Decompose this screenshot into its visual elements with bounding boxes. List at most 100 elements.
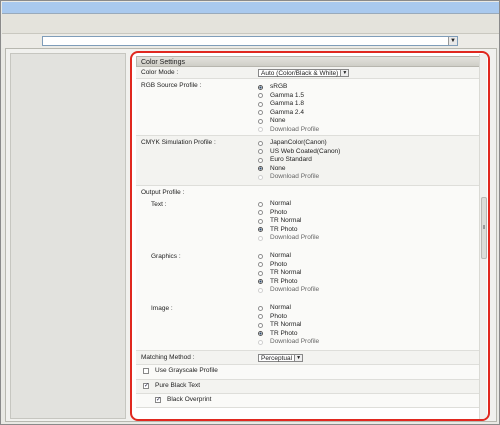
radio-icon[interactable] — [258, 118, 263, 124]
radio-selected-icon[interactable] — [258, 227, 263, 233]
color-settings-panel: Color Settings Color Mode : Auto (Color/… — [130, 51, 490, 421]
chevron-down-icon[interactable]: ▼ — [340, 70, 349, 76]
radio-option[interactable]: TR Photo — [258, 330, 319, 339]
radio-selected-icon[interactable] — [258, 84, 263, 90]
option-label: Download Profile — [270, 338, 320, 345]
radio-option[interactable]: Normal — [258, 252, 319, 261]
option-label: Download Profile — [270, 234, 320, 241]
option-label: None — [270, 117, 286, 124]
radio-icon[interactable] — [258, 140, 263, 146]
pure-black-text-checkbox[interactable]: ✓ — [143, 383, 149, 389]
radio-option[interactable]: Photo — [258, 261, 319, 270]
address-dropdown[interactable]: ▼ — [42, 36, 458, 46]
radio-icon[interactable] — [258, 270, 263, 276]
radio-option[interactable]: TR Photo — [258, 226, 319, 235]
radio-icon[interactable] — [258, 253, 263, 259]
option-label: Photo — [270, 260, 287, 268]
use-grayscale-label: Use Grayscale Profile — [155, 367, 218, 374]
radio-disabled-icon — [258, 287, 263, 293]
rgb-source-label: RGB Source Profile : — [141, 82, 202, 89]
radio-option[interactable]: Euro Standard — [258, 156, 340, 165]
option-label: TR Photo — [270, 329, 298, 337]
radio-option[interactable]: Gamma 2.4 — [258, 109, 319, 118]
output-profile-label: Output Profile : — [141, 189, 185, 196]
title-bar — [2, 2, 499, 14]
option-label: Download Profile — [270, 286, 320, 293]
radio-option[interactable]: sRGB — [258, 83, 319, 92]
address-row: ▼ — [2, 34, 499, 48]
radio-icon[interactable] — [258, 149, 263, 155]
option-label: Normal — [270, 304, 291, 311]
radio-icon[interactable] — [258, 110, 263, 116]
scrollbar-thumb[interactable] — [481, 197, 487, 259]
pure-black-text-label: Pure Black Text — [155, 382, 201, 389]
radio-icon[interactable] — [258, 218, 263, 224]
pure-black-text-row: ✓ Pure Black Text — [136, 380, 482, 394]
chevron-down-icon[interactable]: ▼ — [448, 37, 457, 45]
radio-selected-icon[interactable] — [258, 166, 263, 172]
option-label: Gamma 1.5 — [270, 91, 304, 99]
option-label: JapanColor(Canon) — [270, 139, 327, 146]
left-navigation-pane — [10, 53, 126, 419]
text-label: Text : — [151, 201, 167, 208]
color-mode-select[interactable]: Auto (Color/Black & White) ▼ — [258, 69, 350, 77]
radio-icon[interactable] — [258, 93, 263, 99]
matching-method-row: Matching Method : Perceptual ▼ — [136, 351, 482, 365]
matching-method-value: Perceptual — [261, 355, 293, 362]
cmyk-simulation-label: CMYK Simulation Profile : — [141, 139, 216, 146]
option-label: Euro Standard — [270, 156, 312, 163]
radio-option-disabled: Download Profile — [258, 234, 319, 243]
option-label: TR Normal — [270, 269, 302, 276]
black-overprint-row: ✓ Black Overprint — [136, 394, 482, 408]
radio-option[interactable]: TR Normal — [258, 321, 319, 330]
use-grayscale-checkbox[interactable] — [143, 368, 149, 374]
radio-option[interactable]: Gamma 1.8 — [258, 100, 319, 109]
radio-option[interactable]: Normal — [258, 200, 319, 209]
color-mode-label: Color Mode : — [141, 69, 179, 76]
radio-option[interactable]: TR Photo — [258, 278, 319, 287]
radio-icon[interactable] — [258, 210, 263, 216]
radio-option[interactable]: TR Normal — [258, 269, 319, 278]
radio-option[interactable]: None — [258, 165, 340, 174]
radio-option[interactable]: None — [258, 117, 319, 126]
radio-option-disabled: Download Profile — [258, 286, 319, 295]
radio-option-disabled: Download Profile — [258, 173, 340, 182]
option-label: Download Profile — [270, 173, 320, 180]
grip-icon — [483, 225, 485, 229]
radio-option[interactable]: Photo — [258, 209, 319, 218]
chevron-down-icon[interactable]: ▼ — [294, 355, 303, 361]
option-label: None — [270, 164, 286, 172]
section-title: Color Settings — [136, 56, 482, 67]
radio-icon[interactable] — [258, 101, 263, 107]
radio-option[interactable]: TR Normal — [258, 217, 319, 226]
rgb-source-options: sRGB Gamma 1.5 Gamma 1.8 Gamma 2.4 None … — [258, 83, 319, 134]
radio-selected-icon[interactable] — [258, 331, 263, 337]
matching-method-select[interactable]: Perceptual ▼ — [258, 354, 304, 362]
option-label: Gamma 1.8 — [270, 100, 304, 107]
browser-window: ▼ Color Settings Color Mode : Auto (Colo… — [0, 0, 500, 425]
radio-option[interactable]: Photo — [258, 313, 319, 322]
radio-icon[interactable] — [258, 201, 263, 207]
cmyk-simulation-row: CMYK Simulation Profile : JapanColor(Can… — [136, 136, 482, 186]
radio-icon[interactable] — [258, 305, 263, 311]
radio-option[interactable]: Gamma 1.5 — [258, 92, 319, 101]
option-label: sRGB — [270, 83, 288, 90]
radio-disabled-icon — [258, 174, 263, 180]
matching-method-label: Matching Method : — [141, 354, 195, 361]
radio-option[interactable]: Normal — [258, 304, 319, 313]
vertical-scrollbar[interactable] — [479, 54, 487, 419]
black-overprint-checkbox[interactable]: ✓ — [155, 397, 161, 403]
radio-option[interactable]: US Web Coated(Canon) — [258, 148, 340, 157]
radio-icon[interactable] — [258, 314, 263, 320]
content-area: Color Settings Color Mode : Auto (Color/… — [5, 48, 497, 422]
option-label: TR Normal — [270, 321, 302, 328]
rgb-source-row: RGB Source Profile : sRGB Gamma 1.5 Gamm… — [136, 79, 482, 136]
radio-selected-icon[interactable] — [258, 279, 263, 285]
radio-icon[interactable] — [258, 157, 263, 163]
radio-icon[interactable] — [258, 322, 263, 328]
option-label: TR Normal — [270, 217, 302, 224]
radio-option[interactable]: JapanColor(Canon) — [258, 139, 340, 148]
option-label: Download Profile — [270, 125, 320, 133]
use-grayscale-row: Use Grayscale Profile — [136, 365, 482, 380]
radio-icon[interactable] — [258, 262, 263, 268]
